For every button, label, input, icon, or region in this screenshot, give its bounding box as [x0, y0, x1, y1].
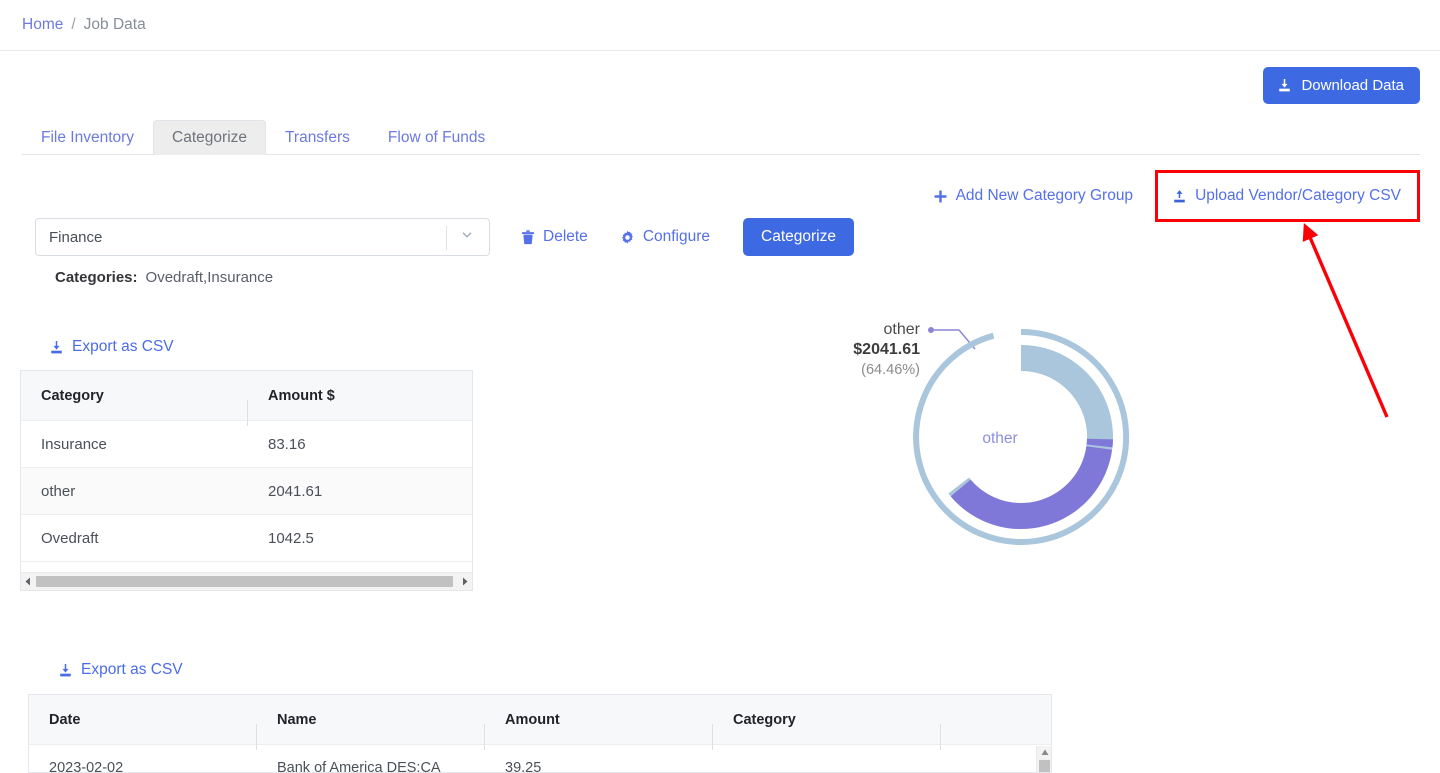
tab-transfers[interactable]: Transfers — [266, 120, 369, 156]
table-row[interactable]: Ovedraft 1042.5 — [21, 515, 472, 562]
configure-label: Configure — [642, 228, 711, 245]
cell-category: other — [41, 482, 76, 500]
tab-file-inventory[interactable]: File Inventory — [22, 120, 153, 156]
download-icon — [49, 340, 64, 355]
category-amount-table: Category Amount $ Insurance 83.16 other … — [20, 370, 473, 591]
cell-category: Insurance — [41, 435, 107, 453]
callout-amount: $2041.61 — [853, 341, 920, 359]
column-header-amount[interactable]: Amount $ — [248, 388, 472, 404]
category-group-select-value: Finance — [49, 228, 103, 246]
chevron-down-icon[interactable] — [458, 226, 476, 249]
tab-strip: File Inventory Categorize Transfers Flow… — [22, 116, 1420, 155]
cell-category: Ovedraft — [41, 529, 99, 547]
export-as-csv-label: Export as CSV — [81, 661, 183, 678]
breadcrumb: Home / Job Data — [0, 0, 1440, 51]
table-row[interactable]: other 2041.61 — [21, 468, 472, 515]
plus-icon — [933, 189, 948, 204]
column-header-date[interactable]: Date — [29, 712, 257, 750]
category-table-horizontal-scrollbar[interactable] — [21, 572, 472, 590]
add-new-category-group-label: Add New Category Group — [955, 187, 1134, 204]
export-as-csv-link-transactions-table[interactable]: Export as CSV — [58, 661, 183, 679]
download-icon — [1277, 78, 1292, 93]
scrollbar-thumb[interactable] — [1039, 760, 1050, 772]
category-donut-chart: other $2041.61 (64.46%) other — [835, 305, 1165, 570]
scrollbar-thumb[interactable] — [36, 576, 453, 587]
categorize-button[interactable]: Categorize — [743, 218, 854, 256]
scroll-right-icon[interactable] — [461, 577, 469, 586]
trash-icon — [521, 229, 535, 245]
category-group-select[interactable]: Finance — [35, 218, 490, 256]
download-icon — [58, 663, 73, 678]
table-header-row: Date Name Amount Category — [29, 695, 1051, 750]
scroll-up-icon[interactable] — [1041, 749, 1049, 756]
select-divider — [446, 226, 447, 250]
categories-summary-value: Ovedraft,Insurance — [145, 269, 274, 286]
cell-date: 2023-02-02 — [49, 760, 124, 773]
add-new-category-group-button[interactable]: Add New Category Group — [933, 187, 1147, 205]
callout-percent: (64.46%) — [861, 361, 920, 378]
export-as-csv-label: Export as CSV — [72, 338, 174, 355]
categories-summary: Categories: Ovedraft,Insurance — [55, 269, 273, 286]
upload-vendor-csv-highlight-box: Upload Vendor/Category CSV — [1155, 170, 1420, 222]
table-row[interactable]: 2023-02-02 Bank of America DES:CA 39.25 — [29, 745, 1051, 773]
delete-button[interactable]: Delete — [521, 228, 588, 246]
cell-amount: 1042.5 — [268, 529, 314, 547]
breadcrumb-home-link[interactable]: Home — [22, 16, 63, 34]
column-header-category[interactable]: Category — [21, 388, 248, 426]
table-bottom-padding — [21, 562, 472, 572]
download-data-label: Download Data — [1301, 77, 1404, 94]
gear-icon — [620, 230, 635, 245]
configure-button[interactable]: Configure — [620, 228, 710, 246]
delete-label: Delete — [543, 228, 588, 245]
breadcrumb-separator: / — [71, 16, 76, 33]
scroll-left-icon[interactable] — [24, 577, 32, 586]
category-actions-row: Add New Category Group Upload Vendor/Cat… — [933, 170, 1420, 222]
tab-flow-of-funds[interactable]: Flow of Funds — [369, 120, 504, 156]
cell-name: Bank of America DES:CA — [277, 760, 441, 773]
download-data-button[interactable]: Download Data — [1263, 67, 1420, 104]
chart-callout: other $2041.61 (64.46%) — [835, 320, 920, 379]
upload-icon — [1172, 189, 1187, 204]
tab-categorize[interactable]: Categorize — [153, 119, 267, 155]
upload-vendor-category-csv-button[interactable]: Upload Vendor/Category CSV — [1172, 187, 1401, 205]
category-group-controls: Finance Delete Configure Categorize — [35, 218, 854, 256]
column-header-name[interactable]: Name — [257, 712, 485, 750]
column-header-amount[interactable]: Amount — [485, 712, 713, 750]
breadcrumb-current: Job Data — [83, 16, 146, 33]
export-as-csv-link-category-table[interactable]: Export as CSV — [49, 338, 174, 356]
cell-amount: 39.25 — [505, 760, 542, 773]
cell-amount: 83.16 — [268, 435, 306, 453]
table-header-row: Category Amount $ — [21, 371, 472, 426]
upload-vendor-category-csv-label: Upload Vendor/Category CSV — [1195, 187, 1401, 204]
transactions-table-vertical-scrollbar[interactable] — [1036, 746, 1051, 772]
column-header-category[interactable]: Category — [713, 712, 941, 750]
cell-amount: 2041.61 — [268, 482, 323, 500]
callout-category-name: other — [883, 321, 920, 338]
transactions-table: Date Name Amount Category 2023-02-02 Ban… — [28, 694, 1052, 773]
table-row[interactable]: Insurance 83.16 — [21, 421, 472, 468]
annotation-arrow — [1302, 222, 1389, 418]
categories-summary-label: Categories: — [55, 269, 138, 286]
